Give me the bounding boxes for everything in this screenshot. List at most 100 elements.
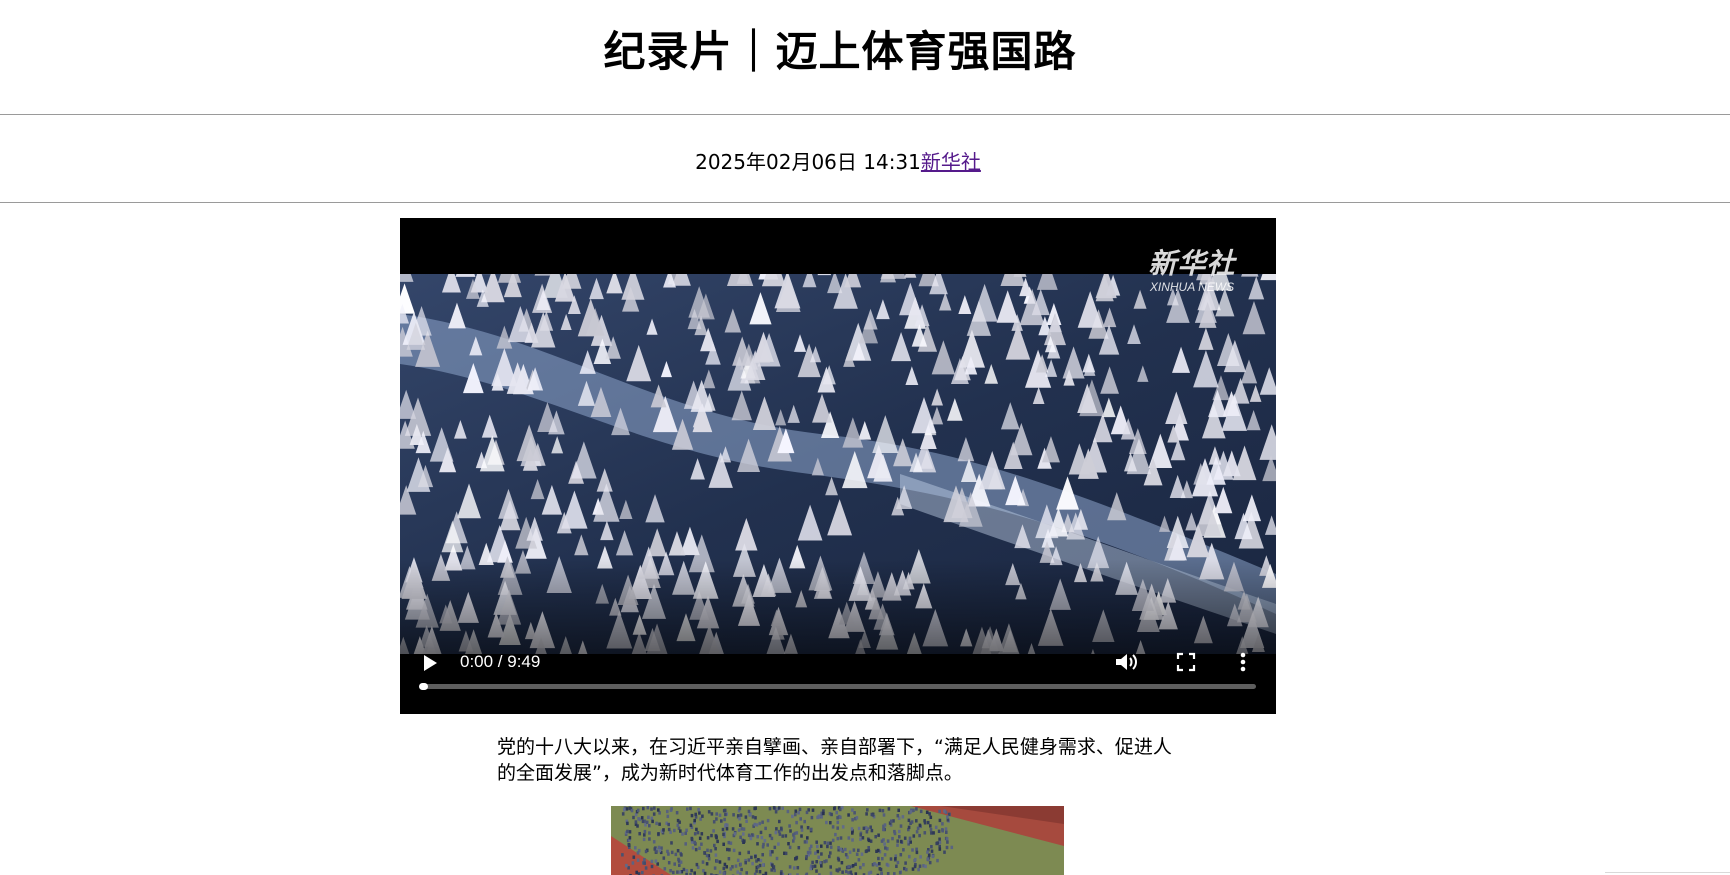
crowd-figure [772, 806, 776, 810]
crowd-figure [628, 836, 632, 840]
crowd-figure [816, 849, 820, 854]
crowd-figure [915, 819, 918, 823]
crowd-figure [946, 815, 949, 819]
crowd-figure [879, 867, 883, 872]
crowd-figure [658, 811, 661, 815]
crowd-figure [918, 833, 921, 838]
crowd-figure [826, 841, 830, 845]
crowd-figure [873, 862, 876, 866]
crowd-figure [791, 814, 794, 819]
crowd-figure [670, 807, 673, 811]
crowd-figure [720, 819, 723, 823]
crowd-figure [913, 864, 917, 869]
crowd-figure [666, 814, 670, 819]
crowd-figure [839, 836, 843, 840]
crowd-figure [647, 815, 650, 819]
crowd-figure [771, 850, 774, 854]
crowd-figure [747, 858, 751, 862]
crowd-figure [867, 846, 870, 850]
progress-handle[interactable] [419, 683, 428, 690]
crowd-figure [739, 823, 742, 827]
crowd-figure [723, 817, 726, 822]
video-frame[interactable] [400, 274, 1276, 654]
crowd-figure [775, 827, 778, 831]
crowd-figure [811, 864, 815, 869]
crowd-figure [806, 826, 810, 830]
crowd-figure [739, 813, 743, 817]
crowd-figure [742, 827, 746, 831]
crowd-figure [909, 810, 912, 814]
crowd-figure [693, 818, 696, 823]
crowd-figure [695, 862, 699, 867]
crowd-figure [862, 826, 866, 830]
xinhua-watermark: 新华社 XINHUA NEWS [1132, 242, 1252, 294]
video-player[interactable]: 新华社 XINHUA NEWS 0:00 / 9:49 [400, 218, 1276, 714]
crowd-figure [829, 821, 832, 825]
crowd-figure [847, 864, 850, 869]
crowd-figure [803, 840, 807, 844]
fullscreen-button[interactable] [1176, 652, 1196, 672]
crowd-figure [669, 869, 672, 873]
crowd-figure [759, 830, 763, 835]
crowd-figure [722, 866, 726, 871]
crowd-figure [919, 855, 922, 859]
crowd-figure [745, 871, 748, 875]
crowd-figure [662, 856, 666, 860]
crowd-figure [718, 870, 722, 874]
progress-bar[interactable] [419, 683, 1256, 690]
more-options-button[interactable] [1238, 651, 1248, 673]
crowd-figure [634, 846, 637, 850]
source-link[interactable]: 新华社 [921, 150, 981, 174]
crowd-figure [885, 862, 889, 867]
crowd-figure [780, 826, 783, 830]
crowd-figure [758, 821, 762, 826]
crowd-figure [738, 851, 742, 856]
crowd-figure [768, 833, 772, 838]
crowd-figure [871, 813, 875, 817]
crowd-figure [825, 820, 828, 825]
play-button[interactable] [422, 654, 438, 672]
crowd-figure [887, 807, 891, 811]
crowd-figure [864, 826, 868, 830]
crowd-figure [698, 836, 702, 840]
crowd-figure [697, 807, 700, 812]
crowd-figure [820, 852, 823, 856]
crowd-figure [681, 832, 684, 836]
crowd-figure [837, 846, 840, 850]
crowd-figure [737, 814, 740, 818]
crowd-figure [836, 869, 840, 873]
crowd-figure [829, 871, 833, 875]
crowd-figure [643, 833, 646, 837]
crowd-figure [806, 850, 810, 855]
crowd-figure [784, 851, 788, 856]
crowd-figure [760, 835, 764, 840]
crowd-figure [934, 825, 938, 830]
crowd-figure [701, 860, 705, 864]
crowd-figure [869, 825, 872, 829]
crowd-figure [841, 870, 844, 874]
crowd-figure [739, 862, 742, 866]
crowd-figure [800, 828, 804, 832]
article-paragraph: 党的十八大以来，在习近平亲自擘画、亲自部署下，“满足人民健身需求、促进人的全面发… [497, 736, 1172, 784]
crowd-figure [777, 829, 781, 834]
crowd-figure [722, 809, 726, 813]
crowd-figure [834, 832, 837, 837]
mute-button[interactable] [1114, 651, 1138, 673]
crowd-figure [926, 850, 929, 854]
crowd-figure [800, 834, 803, 838]
crowd-figure [838, 807, 842, 812]
crowd-figure [805, 854, 808, 859]
crowd-figure [882, 827, 885, 832]
crowd-figure [763, 839, 767, 843]
crowd-figure [840, 861, 844, 865]
crowd-figure [670, 850, 674, 855]
crowd-figure [855, 852, 859, 856]
crowd-figure [781, 834, 784, 838]
crowd-figure [667, 827, 671, 832]
crowd-figure [710, 833, 713, 838]
crowd-figure [700, 832, 704, 836]
crowd-figure [945, 837, 949, 841]
crowd-figure [867, 838, 871, 843]
crowd-figure [740, 867, 743, 872]
crowd-figure [743, 839, 746, 843]
